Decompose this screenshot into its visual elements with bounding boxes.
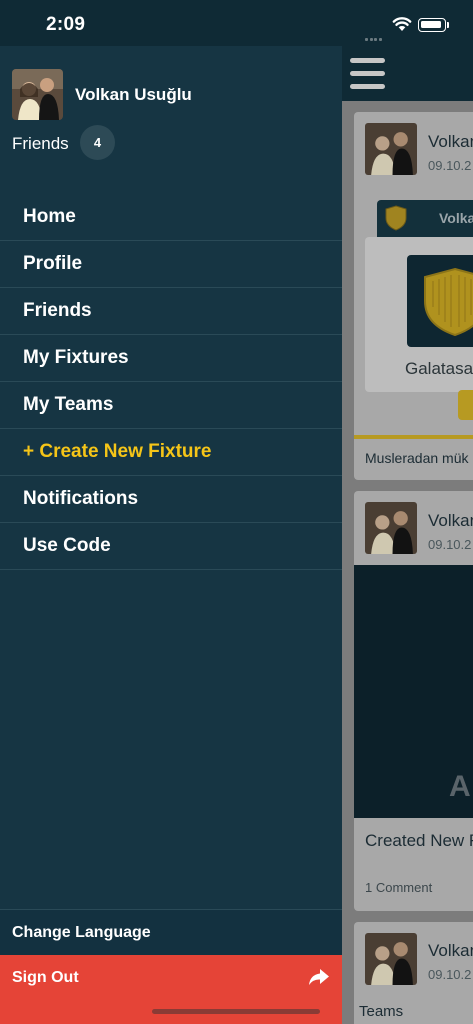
card-avatar: [365, 933, 417, 985]
team-shield-icon: [424, 267, 473, 337]
card-author: Volkan: [428, 941, 473, 960]
friends-label[interactable]: Friends: [12, 134, 69, 154]
card-date: 09.10.2: [428, 158, 472, 173]
team-name: Galatasa: [405, 359, 473, 378]
wifi-icon: [392, 17, 412, 31]
menu-item-home[interactable]: Home: [0, 194, 342, 241]
feed-header: [342, 46, 473, 101]
menu-item-my-teams[interactable]: My Teams: [0, 382, 342, 429]
side-drawer: Volkan Usuğlu Friends 4 Home Profile Fri…: [0, 46, 342, 1024]
feed-card[interactable]: Volkan 09.10.2 Teams: [354, 922, 473, 1024]
menu-item-create-new-fixture[interactable]: + Create New Fixture: [0, 429, 342, 476]
menu-item-profile[interactable]: Profile: [0, 241, 342, 288]
menu-item-use-code[interactable]: Use Code: [0, 523, 342, 570]
comment-count[interactable]: 1 Comment: [365, 880, 432, 895]
cellular-signal-icon: [365, 28, 387, 41]
drawer-menu: Home Profile Friends My Fixtures My Team…: [0, 194, 342, 570]
card-media: A: [354, 565, 473, 818]
team-box: Galatasa: [365, 237, 473, 392]
fixture-header: Volka: [377, 200, 473, 237]
card-comment: Musleradan mük: [365, 450, 469, 466]
battery-icon: [418, 18, 446, 32]
friends-count-badge[interactable]: 4: [80, 125, 115, 160]
feed-background[interactable]: Volkan 09.10.2 Volka Galatasa Musleradan…: [342, 46, 473, 1024]
media-text: A: [449, 770, 471, 803]
team-shield-icon: [385, 205, 407, 231]
action-button[interactable]: [458, 390, 473, 420]
hamburger-menu-icon[interactable]: [350, 58, 385, 89]
sign-out-arrow-icon: [309, 969, 329, 985]
card-avatar: [365, 123, 417, 175]
feed-card[interactable]: Volkan 09.10.2 Volka Galatasa Musleradan…: [354, 112, 473, 480]
card-text: Created New F: [365, 831, 473, 850]
menu-item-friends[interactable]: Friends: [0, 288, 342, 335]
home-indicator: [152, 1009, 320, 1014]
profile-name[interactable]: Volkan Usuğlu: [75, 85, 192, 105]
profile-avatar[interactable]: [12, 69, 63, 120]
card-date: 09.10.2: [428, 967, 472, 982]
card-avatar: [365, 502, 417, 554]
fixture-title: Volka: [439, 210, 473, 226]
teams-label: Teams: [359, 1003, 404, 1020]
status-time: 2:09: [46, 14, 86, 35]
sign-out-label: Sign Out: [12, 969, 79, 986]
card-date: 09.10.2: [428, 537, 472, 552]
card-author: Volkan: [428, 511, 473, 530]
status-bar: 2:09: [0, 0, 473, 46]
feed-card[interactable]: Volkan 09.10.2 A Created New F 1 Comment: [354, 491, 473, 911]
change-language-button[interactable]: Change Language: [0, 909, 342, 955]
card-author: Volkan: [428, 132, 473, 151]
menu-item-notifications[interactable]: Notifications: [0, 476, 342, 523]
menu-item-my-fixtures[interactable]: My Fixtures: [0, 335, 342, 382]
